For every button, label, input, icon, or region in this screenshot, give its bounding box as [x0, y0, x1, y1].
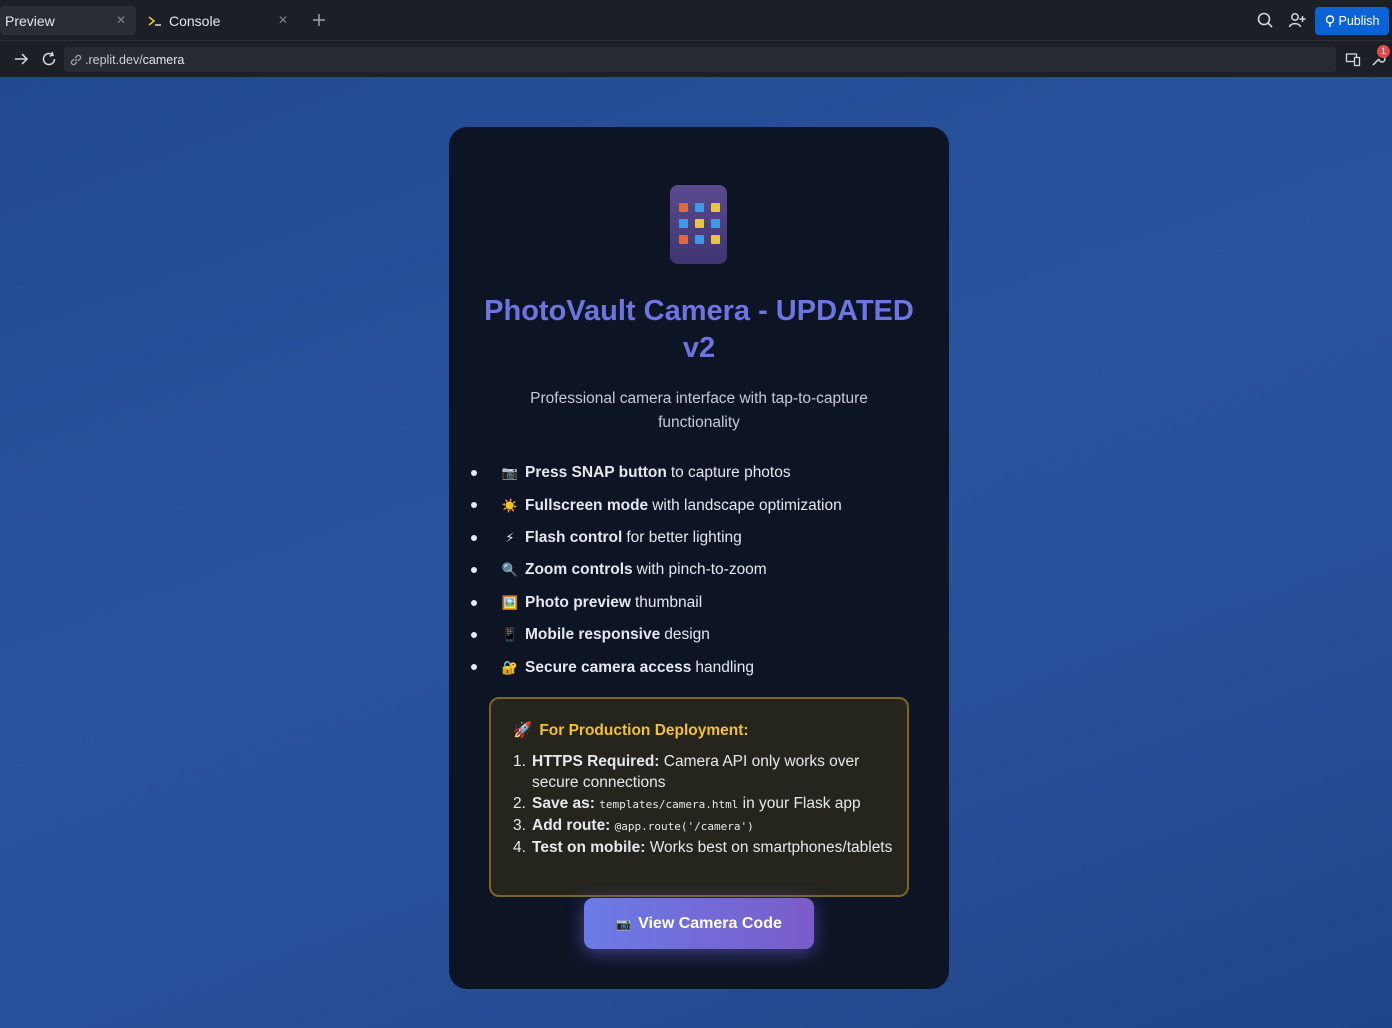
- mobile-phone-icon: [670, 185, 727, 264]
- url-field[interactable]: .replit.dev/camera: [64, 47, 1336, 72]
- link-icon: [70, 54, 82, 65]
- tab-console[interactable]: Console ✕: [143, 6, 298, 35]
- search-icon[interactable]: [1256, 11, 1274, 29]
- page-subtitle: Professional camera interface with tap-t…: [530, 390, 868, 431]
- deployment-steps: 1. HTTPS Required: Camera API only works …: [513, 751, 893, 858]
- list-item: 🖼️ Photo preview thumbnail: [471, 587, 931, 619]
- deployment-heading: 🚀 For Production Deployment:: [513, 721, 749, 740]
- list-item: 4. Test on mobile: Works best on smartpho…: [513, 839, 893, 856]
- tab-console-label: Console: [169, 12, 221, 29]
- url-path: camera: [142, 52, 185, 67]
- refresh-icon[interactable]: [41, 51, 57, 67]
- list-item: 📱 Mobile responsive design: [471, 619, 931, 651]
- plus-icon[interactable]: [309, 10, 329, 30]
- page-viewport: PhotoVault Camera - UPDATED v2 Professio…: [0, 77, 1392, 1028]
- close-icon[interactable]: ✕: [276, 13, 290, 27]
- list-item: 1. HTTPS Required: Camera API only works …: [513, 753, 860, 791]
- close-icon[interactable]: ✕: [114, 13, 128, 27]
- publish-label: Publish: [1338, 14, 1380, 28]
- list-item: 2. Save as: templates/camera.html in your…: [513, 795, 861, 812]
- tab-preview[interactable]: Preview ✕: [0, 6, 136, 35]
- lightning-icon: ⚡: [505, 529, 515, 545]
- picture-icon: 🖼️: [501, 594, 519, 610]
- lock-icon: 🔐: [501, 659, 519, 675]
- camera-icon: 📷: [501, 465, 519, 481]
- notification-badge: 1: [1377, 45, 1390, 58]
- list-item: 🔐 Secure camera access handling: [471, 651, 931, 683]
- tab-bar: Preview ✕ Console ✕ Publish: [0, 0, 1392, 41]
- rocket-icon: 🚀: [513, 722, 533, 739]
- list-item: ⚡ Flash control for better lighting: [471, 522, 931, 554]
- url-host: .replit.dev/: [85, 52, 143, 67]
- view-camera-code-button[interactable]: 📷 View Camera Code: [584, 898, 814, 949]
- terminal-icon: [148, 15, 161, 26]
- feature-list: 📷 Press SNAP button to capture photos ☀️ Fu…: [471, 457, 931, 684]
- page-title: PhotoVault Camera - UPDATED v2: [484, 295, 914, 364]
- sun-icon: ☀️: [501, 497, 519, 513]
- list-item: 3. Add route: @app.route('/camera'): [513, 817, 754, 834]
- deployment-notice: 🚀 For Production Deployment: 1. HTTPS Req…: [489, 697, 909, 897]
- devices-icon[interactable]: [1345, 51, 1361, 67]
- mobile-phone-icon: 📱: [501, 627, 519, 643]
- view-camera-code-label: View Camera Code: [638, 914, 782, 932]
- forward-arrow-icon[interactable]: [13, 51, 29, 67]
- camera-icon: 📷: [616, 916, 632, 931]
- publish-button[interactable]: Publish: [1315, 7, 1389, 35]
- magnifier-icon: 🔍: [501, 562, 519, 578]
- list-item: 📷 Press SNAP button to capture photos: [471, 457, 931, 489]
- invite-user-icon[interactable]: [1288, 11, 1306, 29]
- camera-card: PhotoVault Camera - UPDATED v2 Professio…: [449, 127, 949, 989]
- address-bar: .replit.dev/camera: [0, 42, 1392, 77]
- list-item: 🔍 Zoom controls with pinch-to-zoom: [471, 554, 931, 586]
- tab-preview-label: Preview: [5, 12, 55, 29]
- publish-icon: [1325, 15, 1334, 27]
- list-item: ☀️ Fullscreen mode with landscape optimiza…: [471, 489, 931, 521]
